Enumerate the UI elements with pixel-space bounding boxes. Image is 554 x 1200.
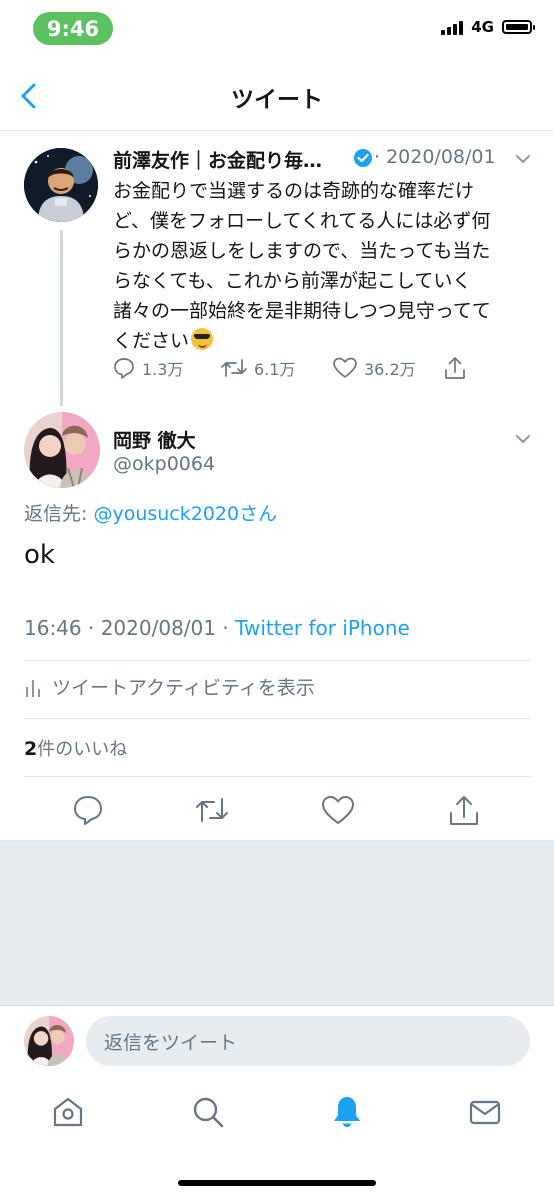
like-action[interactable]: 36.2万 [332, 354, 416, 382]
share-icon[interactable] [446, 792, 482, 828]
avatar[interactable] [24, 148, 98, 222]
tweet-text-line: お金配りで当選するのは奇跡的な確率だけ [113, 180, 475, 202]
tweet-meta: 16:46 · 2020/08/01 · Twitter for iPhone [24, 616, 410, 640]
divider [24, 776, 531, 777]
tweet-activity-link[interactable]: ツイートアクティビティを表示 [24, 673, 315, 700]
parent-author-name[interactable]: 前澤友作｜お金配り毎… [113, 146, 322, 173]
chevron-down-icon[interactable] [514, 430, 532, 448]
divider [24, 718, 531, 719]
home-icon[interactable] [50, 1094, 86, 1130]
tweet-text-line: らかの恩返しをしますので、当たっても当た [113, 240, 491, 262]
share-action[interactable] [443, 354, 467, 382]
avatar[interactable] [24, 412, 100, 488]
tweet-text-line: らなくても、これから前澤が起こしていく [113, 270, 472, 292]
client-link[interactable]: Twitter for iPhone [235, 616, 410, 640]
reply-count: 1.3万 [142, 360, 184, 379]
battery-icon [502, 20, 535, 34]
retweet-count: 6.1万 [254, 360, 296, 379]
heart-icon [333, 357, 357, 378]
parent-date: · 2020/08/01 [374, 146, 496, 168]
likes-summary-link[interactable]: 2件のいいね [24, 735, 127, 761]
sunglasses-emoji-icon [191, 328, 214, 350]
page-title: ツイート [231, 87, 323, 113]
tweet-timestamp: 16:46 · 2020/08/01 · [24, 616, 236, 640]
heart-icon[interactable] [320, 792, 356, 828]
bell-icon[interactable] [329, 1094, 365, 1130]
search-icon[interactable] [190, 1094, 226, 1130]
home-indicator [178, 1180, 376, 1186]
status-indicators: 4G [441, 18, 535, 36]
divider [24, 660, 531, 661]
parent-tweet-text: お金配りで当選するのは奇跡的な確率だけ ど、僕をフォローしてくれてる人には必ず何… [113, 176, 533, 356]
share-icon [445, 357, 465, 379]
reply-tweet-actions [0, 792, 554, 828]
network-label: 4G [471, 18, 494, 36]
analytics-icon [26, 679, 40, 697]
reply-icon [114, 358, 134, 379]
status-time: 9:46 [33, 12, 113, 45]
tweet-text-line: 諸々の一部始終を是非期待しつつ見守ってて [113, 300, 491, 322]
retweet-action[interactable]: 6.1万 [220, 354, 295, 382]
thread-line [60, 230, 63, 406]
chevron-down-icon[interactable] [514, 150, 532, 168]
reply-to-user-link[interactable]: @yousuck2020さん [93, 503, 277, 525]
tweet-text-line: ど、僕をフォローしてくれてる人には必ず何 [113, 210, 491, 232]
likes-label: 件のいいね [37, 739, 128, 760]
likes-count: 2 [24, 738, 38, 760]
mail-icon[interactable] [467, 1094, 503, 1130]
reply-icon[interactable] [70, 792, 106, 828]
empty-replies-area [0, 840, 554, 1006]
reply-author-handle[interactable]: @okp0064 [113, 453, 215, 475]
my-avatar[interactable] [24, 1016, 74, 1066]
tweet-text-line-last: ください [113, 326, 533, 356]
retweet-icon [221, 359, 247, 377]
header: ツイート [0, 66, 554, 131]
tweet-activity-label: ツイートアクティビティを表示 [52, 677, 315, 699]
verified-badge-icon [354, 149, 372, 167]
reply-action[interactable]: 1.3万 [112, 354, 183, 382]
reply-input-placeholder: 返信をツイート [104, 1032, 238, 1054]
reply-to-line: 返信先: @yousuck2020さん [24, 499, 277, 526]
reply-tweet-text: ok [24, 540, 55, 570]
like-count: 36.2万 [364, 360, 416, 379]
tweet-text-fragment: ください [113, 330, 190, 352]
retweet-icon[interactable] [194, 792, 230, 828]
reply-author-name[interactable]: 岡野 徹大 [113, 426, 196, 453]
reply-to-label: 返信先: [24, 503, 94, 525]
signal-icon [441, 19, 464, 35]
